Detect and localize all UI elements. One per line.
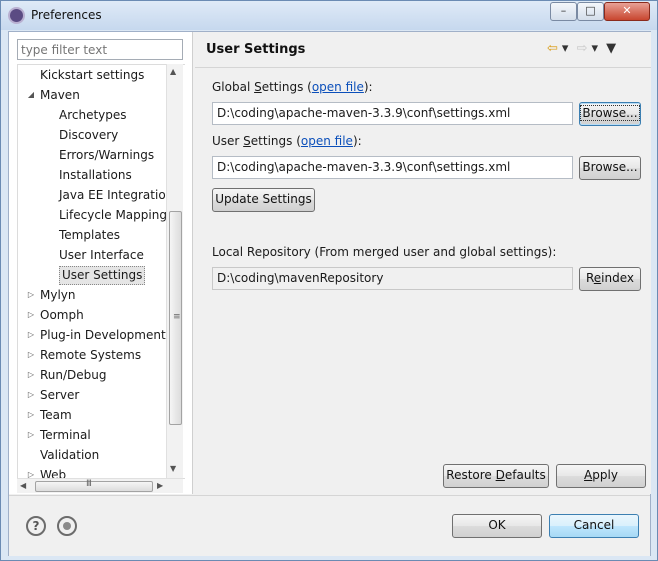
collapsed-chevron-icon[interactable]: ▷ [26, 365, 36, 385]
user-settings-label: User Settings (open file): [212, 134, 362, 148]
tree-item[interactable]: Terminal [40, 425, 91, 445]
local-repository-label: Local Repository (From merged user and g… [212, 245, 557, 259]
hscroll-grip-icon: III [86, 479, 92, 489]
view-menu-icon[interactable]: ▼ [606, 41, 616, 56]
collapsed-chevron-icon[interactable]: ▷ [26, 325, 36, 345]
tree-scroll-thumb[interactable]: ≡ [169, 211, 182, 425]
scroll-grip-icon: ≡ [173, 312, 181, 322]
global-settings-field[interactable]: D:\coding\apache-maven-3.3.9\conf\settin… [212, 102, 573, 125]
ok-button[interactable]: OK [452, 514, 542, 538]
tree-item[interactable]: User Interface [59, 245, 144, 265]
tree-item[interactable]: Oomph [40, 305, 84, 325]
user-browse-button[interactable]: Browse... [579, 156, 641, 180]
forward-arrow-icon[interactable]: ⇨ [577, 41, 588, 56]
title-bar[interactable]: Preferences – □ ✕ [1, 1, 657, 30]
global-browse-button[interactable]: Browse... [579, 102, 641, 126]
dialog-button-bar: ? OK Cancel [9, 495, 650, 556]
local-repository-field: D:\coding\mavenRepository [212, 267, 573, 290]
collapsed-chevron-icon[interactable]: ▷ [26, 465, 36, 478]
global-open-file-link[interactable]: open file [312, 80, 364, 94]
close-button[interactable]: ✕ [604, 2, 650, 21]
reindex-button[interactable]: Reindex [579, 267, 641, 291]
tree-item[interactable]: Kickstart settings [40, 65, 144, 85]
tree-item[interactable]: Remote Systems [40, 345, 141, 365]
page-navigation: ⇦ ▾ ⇨ ▾ ▼ [547, 41, 620, 56]
scroll-left-arrow-icon[interactable]: ◀ [20, 481, 26, 490]
tree-item[interactable]: Team [40, 405, 72, 425]
tree-item[interactable]: Templates [59, 225, 120, 245]
help-icon[interactable]: ? [26, 516, 46, 536]
scroll-up-arrow-icon[interactable]: ▲ [170, 67, 176, 76]
tree-vertical-scrollbar[interactable]: ▲ ≡ ▼ [166, 64, 183, 479]
preference-tree: Kickstart settings ◢ Maven Archetypes Discov… [17, 64, 185, 479]
tree-item[interactable]: Discovery [59, 125, 118, 145]
global-settings-label: Global Settings (open file): [212, 80, 373, 94]
preference-page: User Settings ⇦ ▾ ⇨ ▾ ▼ Global Settings (o… [195, 32, 651, 494]
collapsed-chevron-icon[interactable]: ▷ [26, 425, 36, 445]
tree-item[interactable]: Lifecycle Mapping [59, 205, 167, 225]
apply-button[interactable]: Apply [556, 464, 646, 488]
scroll-right-arrow-icon[interactable]: ▶ [157, 481, 163, 490]
tree-item[interactable]: Installations [59, 165, 132, 185]
tree-item-selected[interactable]: User Settings [59, 265, 146, 285]
tree-item[interactable]: Server [40, 385, 79, 405]
collapsed-chevron-icon[interactable]: ▷ [26, 385, 36, 405]
tree-item[interactable]: Plug-in Development [40, 325, 166, 345]
collapsed-chevron-icon[interactable]: ▷ [26, 405, 36, 425]
back-arrow-icon[interactable]: ⇦ [547, 41, 558, 56]
tree-item[interactable]: Run/Debug [40, 365, 107, 385]
tree-item[interactable]: Maven [40, 85, 80, 105]
tree-horizontal-scrollbar[interactable]: ◀ III ▶ [17, 478, 183, 493]
tree-item[interactable]: Errors/Warnings [59, 145, 154, 165]
tree-item[interactable]: Archetypes [59, 105, 127, 125]
cancel-button[interactable]: Cancel [549, 514, 639, 538]
forward-menu-chevron-icon[interactable]: ▾ [591, 41, 598, 56]
page-title: User Settings [206, 42, 306, 57]
minimize-button[interactable]: – [550, 2, 577, 21]
maximize-button[interactable]: □ [577, 2, 604, 21]
expanded-chevron-icon[interactable]: ◢ [26, 85, 36, 105]
tree-item[interactable]: Java EE Integratio [59, 185, 166, 205]
scroll-down-arrow-icon[interactable]: ▼ [170, 464, 176, 473]
back-menu-chevron-icon[interactable]: ▾ [562, 41, 569, 56]
user-open-file-link[interactable]: open file [301, 134, 353, 148]
collapsed-chevron-icon[interactable]: ▷ [26, 305, 36, 325]
preference-tree-pane: Kickstart settings◢MavenArchetypesDiscov… [9, 32, 193, 494]
collapsed-chevron-icon[interactable]: ▷ [26, 285, 36, 305]
filter-input[interactable] [17, 39, 183, 60]
dialog-client: Kickstart settings◢MavenArchetypesDiscov… [8, 31, 651, 556]
tree-item[interactable]: Web [40, 465, 66, 478]
collapsed-chevron-icon[interactable]: ▷ [26, 345, 36, 365]
update-settings-button[interactable]: Update Settings [212, 188, 315, 212]
restore-defaults-button[interactable]: Restore Defaults [443, 464, 549, 488]
title-separator [195, 67, 651, 68]
eclipse-icon [8, 7, 25, 24]
tree-hscroll-thumb[interactable]: III [35, 479, 153, 492]
tree-item[interactable]: Mylyn [40, 285, 76, 305]
record-macro-icon[interactable] [57, 516, 77, 536]
user-settings-field[interactable]: D:\coding\apache-maven-3.3.9\conf\settin… [212, 156, 573, 179]
window-title: Preferences [31, 8, 102, 22]
tree-item[interactable]: Validation [40, 445, 99, 465]
preferences-window: Preferences – □ ✕ Kickstart settings◢Mav… [0, 0, 658, 561]
